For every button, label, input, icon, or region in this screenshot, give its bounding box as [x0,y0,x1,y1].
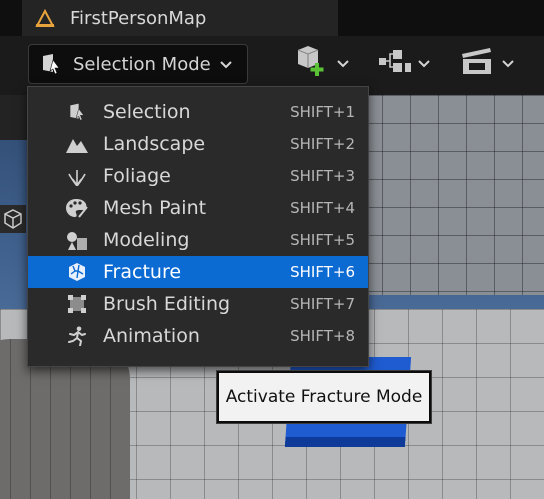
blueprint-icon [379,48,411,78]
menu-item-selection[interactable]: Selection SHIFT+1 [28,96,368,128]
menu-item-brush-editing[interactable]: Brush Editing SHIFT+7 [28,288,368,320]
mesh-paint-icon [66,198,88,218]
chevron-down-icon [501,54,515,73]
menu-item-label: Modeling [103,229,190,251]
cinematics-button[interactable] [461,44,521,82]
menu-item-shortcut: SHIFT+5 [290,231,355,249]
menu-item-animation[interactable]: Animation SHIFT+8 [28,320,368,352]
menu-item-shortcut: SHIFT+4 [290,199,355,217]
menu-item-label: Fracture [103,261,182,283]
menu-item-shortcut: SHIFT+2 [290,135,355,153]
menu-item-label: Animation [103,325,200,347]
menu-item-shortcut: SHIFT+8 [290,327,355,345]
cinematics-icon [461,47,493,79]
menu-item-landscape[interactable]: Landscape SHIFT+2 [28,128,368,160]
menu-item-shortcut: SHIFT+6 [290,263,355,281]
brush-editing-icon [66,294,88,314]
tooltip: Activate Fracture Mode [216,370,432,424]
mode-selector-button[interactable]: Selection Mode [28,44,248,84]
menu-item-shortcut: SHIFT+1 [290,103,355,121]
landscape-icon [66,134,88,154]
animation-icon [66,326,88,346]
tab-bar: FirstPersonMap [0,0,544,36]
menu-item-mesh-paint[interactable]: Mesh Paint SHIFT+4 [28,192,368,224]
menu-item-modeling[interactable]: Modeling SHIFT+5 [28,224,368,256]
mode-dropdown-menu: Selection SHIFT+1 Landscape SHIFT+2 Foli… [27,86,369,367]
menu-item-shortcut: SHIFT+3 [290,167,355,185]
menu-item-label: Brush Editing [103,293,231,315]
chevron-down-icon [219,55,233,74]
menu-item-shortcut: SHIFT+7 [290,295,355,313]
tab-title: FirstPersonMap [70,7,207,29]
add-actor-button[interactable] [296,44,350,82]
selection-mode-icon [39,52,65,76]
tooltip-body: Activate Fracture Mode [219,373,429,421]
selection-mode-icon [66,102,88,122]
menu-item-label: Selection [103,101,191,123]
blueprint-button[interactable] [379,44,433,82]
menu-item-label: Mesh Paint [103,197,207,219]
menu-item-label: Landscape [103,133,206,155]
chevron-down-icon [417,54,431,73]
perspective-cube-icon[interactable] [0,205,26,233]
foliage-icon [66,166,88,186]
add-actor-icon [296,46,328,80]
fracture-icon [66,262,88,282]
menu-item-label: Foliage [103,165,171,187]
mode-selector-label: Selection Mode [73,53,211,75]
unreal-level-icon [34,9,60,27]
viewport-toolbar-edge [0,95,30,140]
modeling-icon [66,230,88,250]
menu-item-fracture[interactable]: Fracture SHIFT+6 [28,256,368,288]
chevron-down-icon [336,54,350,73]
tooltip-text: Activate Fracture Mode [225,387,423,407]
menu-item-foliage[interactable]: Foliage SHIFT+3 [28,160,368,192]
tab-level[interactable]: FirstPersonMap [22,0,338,36]
